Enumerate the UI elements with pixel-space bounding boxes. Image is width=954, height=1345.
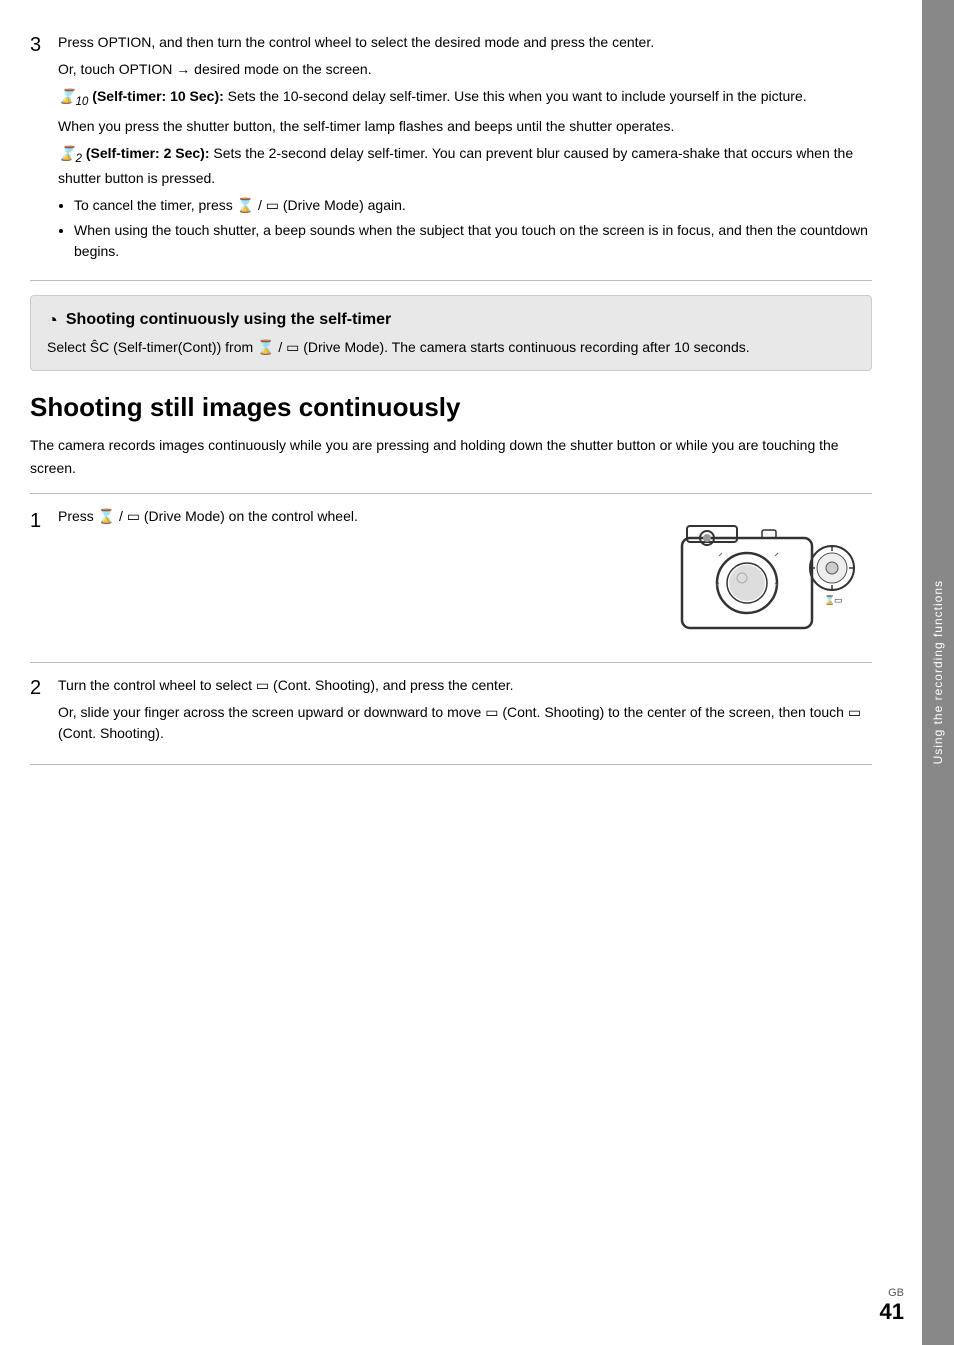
step-1-image-col: ⌛ ▭: [652, 508, 872, 648]
step-1-block: 1 Press ⌛ / ▭ (Drive Mode) on the contro…: [30, 493, 872, 663]
side-tab-label: Using the recording functions: [931, 580, 945, 764]
step-3-self-timer-2: ⌛2 (Self-timer: 2 Sec): Sets the 2-secon…: [58, 143, 872, 188]
step-2-number: 2: [30, 677, 58, 700]
step-3-bullet-2: When using the touch shutter, a beep sou…: [74, 220, 872, 262]
step-3-number: 3: [30, 34, 58, 57]
step-3-para1: Press OPTION, and then turn the control …: [58, 32, 872, 53]
tip-box: ◔ Shooting continuously using the self-t…: [30, 295, 872, 371]
step-3-block: 3 Press OPTION, and then turn the contro…: [30, 32, 872, 281]
step-3-bullets: To cancel the timer, press ⌛ / ▭ (Drive …: [74, 195, 872, 262]
step-2-block: 2 Turn the control wheel to select ▭ (Co…: [30, 675, 872, 765]
camera-illustration: ⌛ ▭: [662, 508, 862, 648]
step-3-para2: Or, touch OPTION → desired mode on the s…: [58, 59, 872, 80]
main-content: 3 Press OPTION, and then turn the contro…: [0, 0, 922, 1345]
step-3-para3: When you press the shutter button, the s…: [58, 116, 872, 137]
page-gb-label: GB: [880, 1287, 904, 1299]
section-intro: The camera records images continuously w…: [30, 434, 872, 479]
tip-box-title: ◔ Shooting continuously using the self-t…: [47, 310, 855, 331]
step-1-text: Press ⌛ / ▭ (Drive Mode) on the control …: [58, 508, 652, 525]
svg-text:▭: ▭: [834, 595, 843, 605]
step-2-para1: Turn the control wheel to select ▭ (Cont…: [58, 675, 872, 696]
step-2-para2: Or, slide your finger across the screen …: [58, 702, 872, 744]
tip-box-title-text: Shooting continuously using the self-tim…: [66, 311, 391, 329]
step-3-bullet-1: To cancel the timer, press ⌛ / ▭ (Drive …: [74, 195, 872, 216]
step-3-self-timer-10: ⌛10 (Self-timer: 10 Sec): Sets the 10-se…: [58, 86, 872, 110]
tip-box-body: Select ŜC (Self-timer(Cont)) from ⌛ / ▭ …: [47, 339, 855, 356]
page-number-area: GB 41: [880, 1287, 904, 1325]
step-2-content: Turn the control wheel to select ▭ (Cont…: [58, 675, 872, 750]
section-heading: Shooting still images continuously: [30, 391, 872, 425]
step-1-number: 1: [30, 510, 58, 533]
side-tab: Using the recording functions: [922, 0, 954, 1345]
step-3-content: Press OPTION, and then turn the control …: [58, 32, 872, 268]
tip-icon: ◔: [47, 310, 58, 331]
step-1-text-col: Press ⌛ / ▭ (Drive Mode) on the control …: [58, 508, 652, 525]
page-number: 41: [880, 1299, 904, 1325]
